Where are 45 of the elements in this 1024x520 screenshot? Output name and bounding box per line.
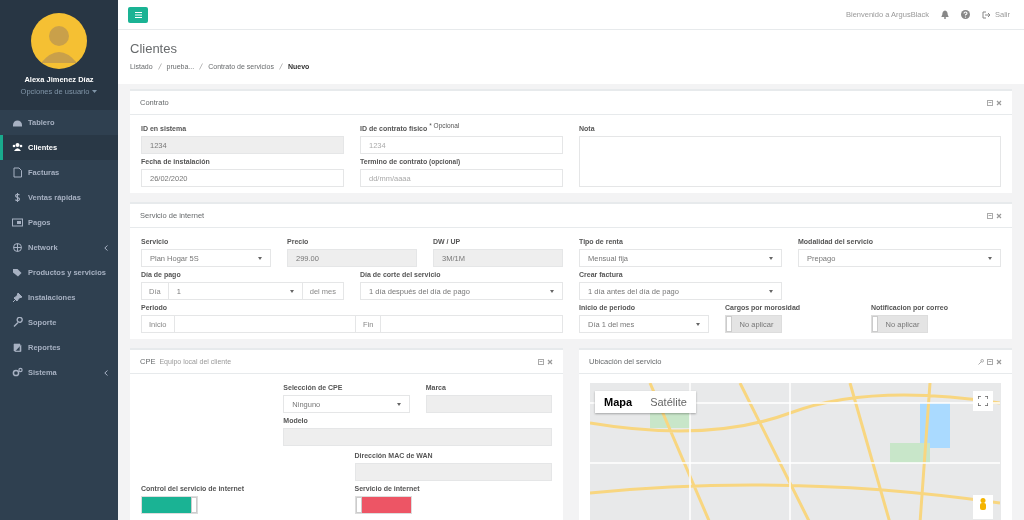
pin-icon — [12, 292, 23, 303]
toggle-switch[interactable] — [354, 496, 412, 514]
close-icon[interactable] — [996, 212, 1002, 219]
caret-icon — [769, 289, 773, 293]
avatar — [31, 13, 87, 69]
close-icon[interactable] — [996, 358, 1002, 365]
note-textarea[interactable] — [579, 136, 1001, 187]
slash-separator — [157, 63, 162, 70]
document-icon — [12, 167, 23, 178]
tag-icon — [12, 267, 23, 278]
users-icon — [12, 142, 23, 153]
map-type-tab[interactable]: Satélite — [641, 391, 696, 413]
gears-icon — [12, 367, 23, 378]
caret-icon — [696, 322, 700, 326]
sign-out-icon — [982, 10, 991, 19]
caret-icon — [988, 256, 992, 260]
street-view-button[interactable] — [973, 495, 993, 519]
collapse-icon[interactable] — [987, 358, 993, 365]
dollar-icon — [12, 192, 23, 203]
card-icon — [12, 217, 23, 228]
caret-icon — [550, 289, 554, 293]
wrench-icon[interactable] — [978, 358, 984, 365]
help-icon[interactable] — [961, 10, 970, 19]
close-icon[interactable] — [547, 358, 553, 365]
collapse-icon[interactable] — [987, 99, 993, 106]
menu-icon — [134, 11, 142, 18]
slash-separator — [279, 63, 283, 70]
toggle-switch[interactable] — [141, 496, 198, 514]
caret-icon — [769, 256, 773, 260]
network-icon — [12, 242, 23, 253]
bell-icon[interactable] — [941, 10, 949, 19]
fullscreen-icon — [978, 396, 988, 406]
close-icon[interactable] — [996, 99, 1002, 106]
menu-button[interactable] — [128, 6, 148, 23]
fullscreen-button[interactable] — [973, 391, 993, 411]
map-type-tab[interactable]: Mapa — [595, 391, 642, 413]
slash-separator — [199, 63, 204, 70]
caret-icon — [258, 256, 262, 260]
collapse-icon[interactable] — [538, 358, 544, 365]
wrench-icon — [12, 317, 23, 328]
caret-icon — [396, 402, 401, 406]
book-icon — [12, 342, 23, 353]
collapse-icon[interactable] — [987, 212, 993, 219]
caret-icon — [92, 90, 98, 93]
page-title: Clientes — [130, 41, 178, 57]
